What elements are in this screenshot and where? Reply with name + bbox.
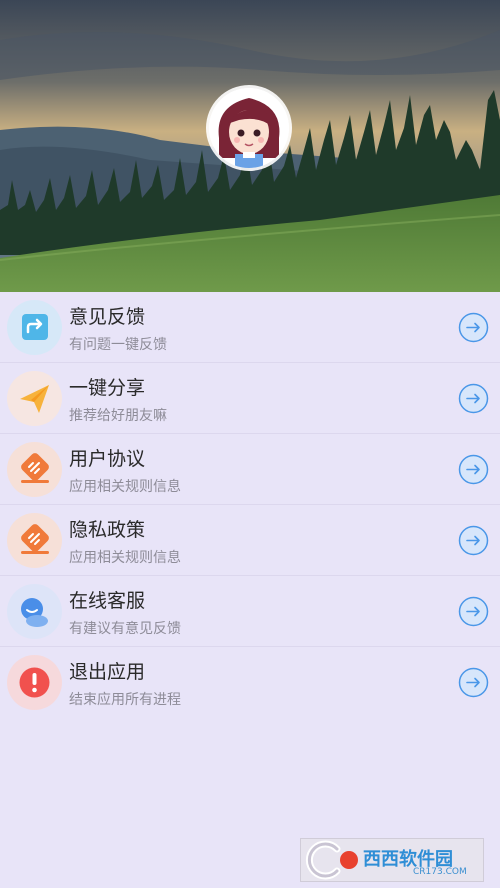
menu-item-privacy-policy[interactable]: 隐私政策 应用相关规则信息 (0, 505, 500, 576)
menu-item-subtitle: 有建议有意见反馈 (69, 621, 181, 637)
menu-item-subtitle: 应用相关规则信息 (69, 550, 181, 566)
menu-item-title: 一键分享 (69, 377, 146, 399)
document-icon (7, 442, 62, 497)
avatar-girl-icon (209, 88, 289, 168)
paper-plane-icon (7, 371, 62, 426)
menu-item-title: 隐私政策 (69, 519, 146, 541)
settings-menu: 意见反馈 有问题一键反馈 一键分享 推荐给好朋友嘛 用户协议 应用相关规则信息 … (0, 292, 500, 718)
arrow-right-icon[interactable] (458, 525, 489, 556)
arrow-right-icon[interactable] (458, 383, 489, 414)
chat-icon (7, 584, 62, 639)
menu-item-feedback[interactable]: 意见反馈 有问题一键反馈 (0, 292, 500, 363)
menu-item-exit-app[interactable]: 退出应用 结束应用所有进程 (0, 647, 500, 718)
watermark-c-icon (305, 840, 358, 880)
menu-item-online-service[interactable]: 在线客服 有建议有意见反馈 (0, 576, 500, 647)
arrow-right-icon[interactable] (458, 454, 489, 485)
menu-item-share[interactable]: 一键分享 推荐给好朋友嘛 (0, 363, 500, 434)
feedback-icon (7, 300, 62, 355)
avatar[interactable] (209, 88, 289, 168)
menu-item-subtitle: 推荐给好朋友嘛 (69, 408, 167, 424)
menu-item-title: 在线客服 (69, 590, 146, 612)
menu-item-user-agreement[interactable]: 用户协议 应用相关规则信息 (0, 434, 500, 505)
menu-item-title: 退出应用 (69, 661, 146, 683)
watermark-domain: CR173.COM (413, 867, 467, 877)
document-icon (7, 513, 62, 568)
watermark-logo: 西西软件园 CR173.COM (300, 838, 484, 882)
menu-item-subtitle: 结束应用所有进程 (69, 692, 181, 708)
exclamation-icon (7, 655, 62, 710)
arrow-right-icon[interactable] (458, 312, 489, 343)
arrow-right-icon[interactable] (458, 596, 489, 627)
menu-item-subtitle: 有问题一键反馈 (69, 337, 167, 353)
menu-item-title: 意见反馈 (69, 306, 146, 328)
header-landscape (0, 0, 500, 292)
arrow-right-icon[interactable] (458, 667, 489, 698)
menu-item-subtitle: 应用相关规则信息 (69, 479, 181, 495)
menu-item-title: 用户协议 (69, 448, 146, 470)
